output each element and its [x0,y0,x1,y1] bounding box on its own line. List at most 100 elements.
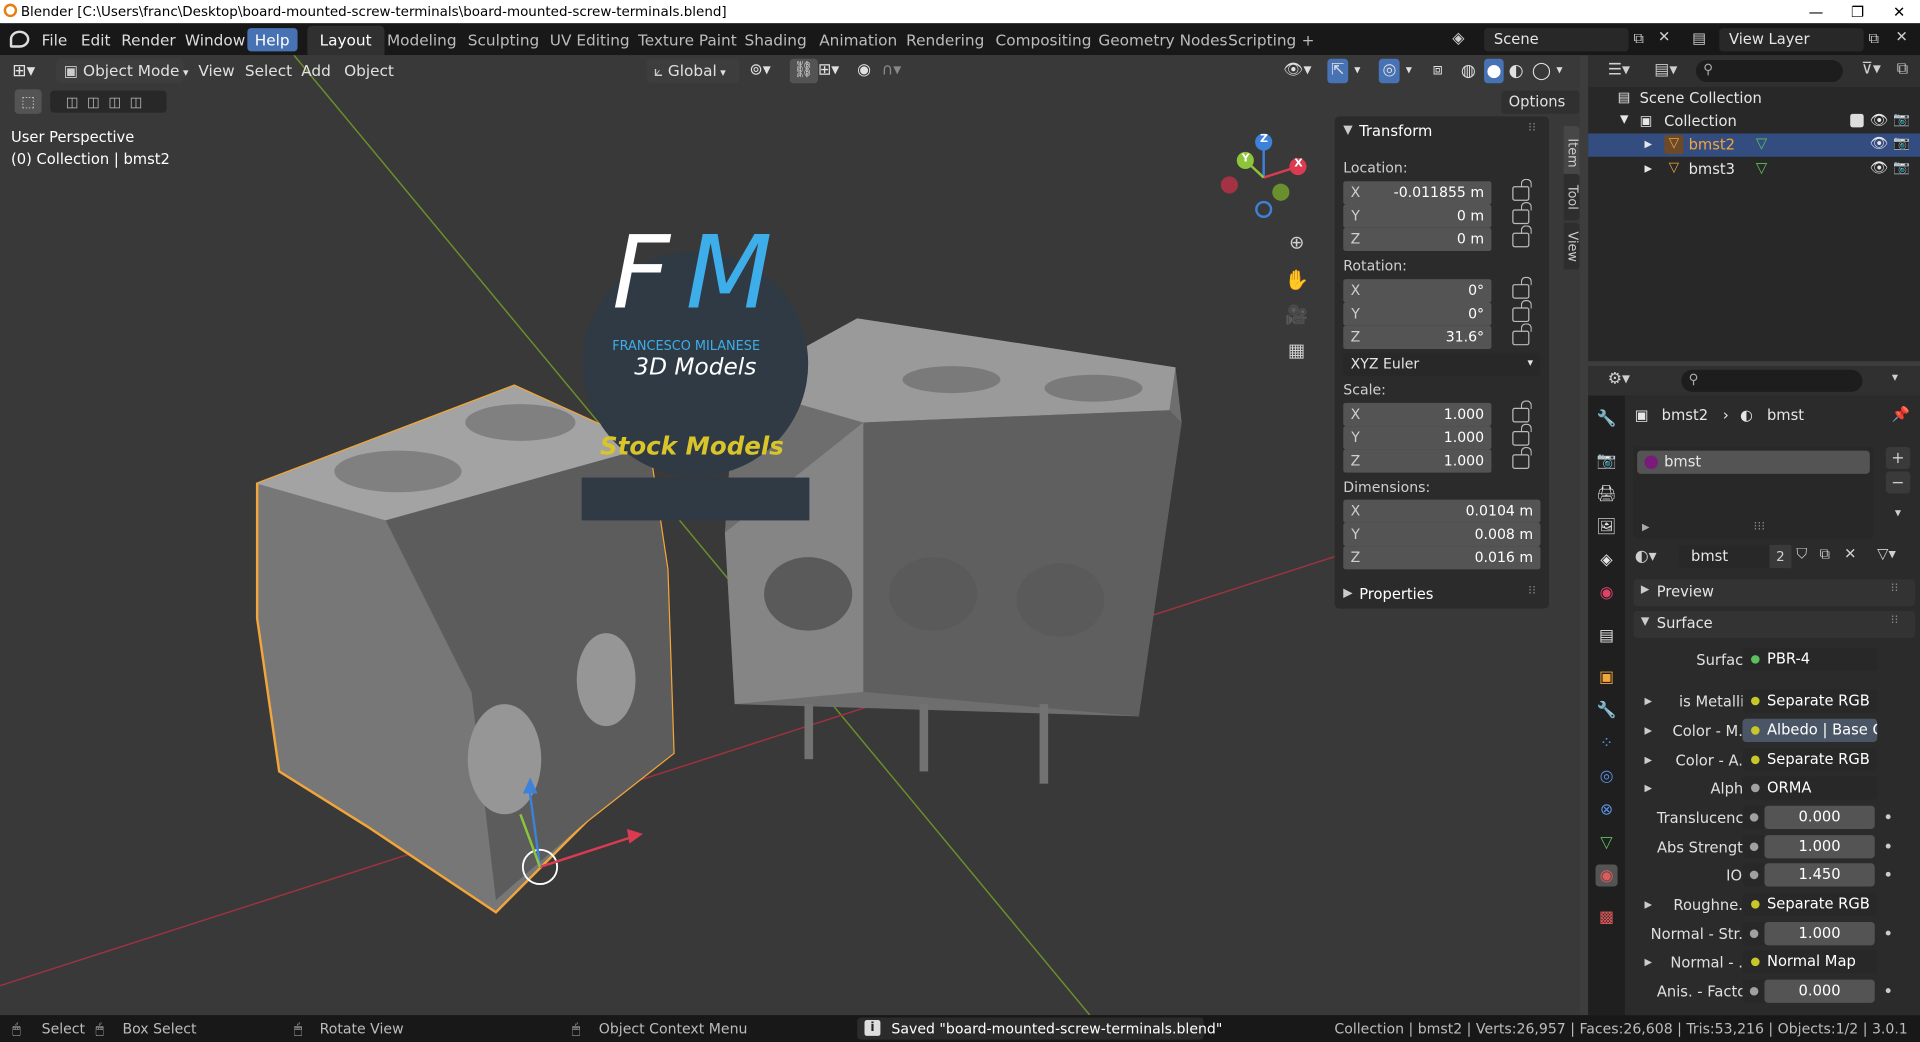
menu-window[interactable]: Window [178,28,253,51]
viewport-menu-select[interactable]: Select [245,59,292,83]
tab-shading[interactable]: Shading [732,26,819,55]
outliner-row-scene-collection[interactable]: ▤ Scene Collection [1588,87,1920,110]
pan-hand-icon[interactable]: ✋ [1281,263,1313,295]
visibility-eye-icon[interactable]: 👁 [1870,111,1889,128]
properties-search-input[interactable]: ⚲ [1681,369,1863,392]
material-users-count[interactable]: 2 [1769,544,1792,569]
menu-file[interactable]: File [34,28,74,51]
disclosure-icon[interactable]: ▶ [1645,138,1653,149]
scale-z-field[interactable]: Z 1.000 [1343,449,1492,473]
remove-slot-icon[interactable]: − [1885,471,1911,494]
drag-handle-icon[interactable]: ⁝⁝ [1528,121,1536,134]
material-tab-icon[interactable]: ◉ [1595,864,1618,887]
snap-target-icon[interactable]: ⊞▾ [818,59,839,83]
unlink-material-icon[interactable]: ✕ [1844,545,1856,562]
rotation-mode-dropdown[interactable]: XYZ Euler ▾ [1343,352,1541,376]
outliner-search-input[interactable]: ⚲ [1695,60,1843,83]
slot-specials-icon[interactable]: ▾ [1886,503,1910,523]
location-y-field[interactable]: Y 0 m [1343,204,1492,228]
input-number-field[interactable]: 1.000 [1764,922,1875,946]
scene-tab-icon[interactable]: ◈ [1596,549,1618,571]
lock-icon[interactable] [1512,202,1532,225]
physics-tab-icon[interactable]: ◎ [1596,765,1618,787]
material-slot-row[interactable]: bmst [1637,450,1870,474]
menu-edit[interactable]: Edit [73,28,117,51]
scene-selector[interactable]: Scene [1484,28,1629,52]
dimensions-y-field[interactable]: Y 0.008 m [1343,522,1541,547]
drag-handle-icon[interactable]: ⁝⁝ [1528,584,1536,597]
filter-icon[interactable]: ⊽▾ [1861,60,1881,78]
pivot-icon[interactable]: ⊚▾ [749,59,770,83]
visibility-eye-icon[interactable]: 👁 [1870,135,1889,152]
fake-user-icon[interactable]: ⛉ [1796,545,1807,563]
gizmo-toggle-icon[interactable]: ⇱ [1327,58,1349,84]
location-z-field[interactable]: Z 0 m [1343,227,1492,252]
transform-title[interactable]: Transform [1359,122,1432,139]
close-window-button[interactable]: ✕ [1878,0,1920,23]
world-tab-icon[interactable]: ◉ [1596,582,1618,604]
keyframe-dot-icon[interactable] [1885,871,1891,877]
shading-dropdown-icon[interactable]: ▾ [1556,59,1562,83]
material-name-field[interactable]: bmst [1678,544,1785,569]
input-link-field[interactable]: Separate RGB [1742,689,1878,713]
outliner-editor-icon[interactable]: ☰▾ [1608,61,1630,79]
tab-layout[interactable]: Layout [307,25,384,56]
resize-handle-icon[interactable]: ⁝⁝⁝ [1753,520,1765,533]
tab-item[interactable]: Item [1563,126,1580,181]
keyframe-dot-icon[interactable] [1885,814,1891,820]
data-tab-icon[interactable]: ▽ [1596,831,1618,853]
orientation-dropdown[interactable]: ⟀ Global ▾ [646,58,740,84]
tab-texture-paint[interactable]: Texture Paint [626,26,749,55]
select-tool-icon[interactable]: ⬚ [14,89,42,114]
add-slot-icon[interactable]: + [1885,446,1911,469]
expand-icon[interactable]: ▶ [1343,587,1352,600]
mesh-data-icon[interactable]: ▽ [1756,135,1767,152]
minimize-button[interactable]: — [1795,0,1837,23]
socket-link-button[interactable] [1742,922,1765,946]
wireframe-shading-icon[interactable]: ◍ [1461,59,1476,83]
lock-icon[interactable] [1512,178,1532,201]
menu-render[interactable]: Render [114,28,183,51]
dimensions-x-field[interactable]: X 0.0104 m [1343,499,1541,523]
texture-tab-icon[interactable]: ▩ [1596,906,1618,928]
new-scene-icon[interactable]: ⧉ [1633,29,1644,47]
delete-view-layer-icon[interactable]: ✕ [1896,28,1908,45]
particles-tab-icon[interactable]: ⁘ [1596,732,1618,754]
object-tab-icon[interactable]: ▣ [1596,666,1618,688]
editor-type-icon[interactable]: ⊞▾ [12,59,35,83]
zoom-icon[interactable]: ⊕ [1281,227,1313,259]
lock-icon[interactable] [1512,276,1532,299]
location-x-field[interactable]: X -0.011855 m [1343,181,1492,205]
new-collection-icon[interactable]: ⧉ [1897,60,1908,78]
outliner-row-bmst2[interactable]: ▶ ▽ bmst2 ▽ 👁 📷 [1588,133,1920,157]
mode-dropdown[interactable]: ▣ Object Mode ▾ [56,58,188,84]
maximize-button[interactable]: ❐ [1837,0,1879,23]
collapse-icon[interactable]: ▼ [1343,124,1352,137]
camera-icon[interactable]: 🎥 [1281,299,1313,331]
outliner-row-collection[interactable]: ▼ ▣ Collection 👁 📷 [1588,110,1920,133]
input-number-field[interactable]: 0.000 [1764,979,1875,1003]
disclosure-icon[interactable]: ▼ [1620,114,1628,126]
view-layer-tab-icon[interactable]: 🖼 [1596,516,1618,538]
properties-subpanel[interactable]: Properties [1359,585,1433,602]
input-link-field[interactable]: Normal Map [1742,950,1878,974]
falloff-icon[interactable]: ∩▾ [882,59,902,83]
delete-scene-icon[interactable]: ✕ [1658,28,1670,45]
collection-tab-icon[interactable]: ▤ [1596,624,1618,646]
viewport-menu-object[interactable]: Object [344,59,394,83]
input-number-field[interactable]: 1.450 [1764,863,1875,887]
keyframe-dot-icon[interactable] [1885,843,1891,849]
output-tab-icon[interactable]: 🖨 [1596,482,1618,504]
add-workspace-button[interactable]: + [1289,26,1326,55]
lock-icon[interactable] [1512,300,1532,323]
dimensions-z-field[interactable]: Z 0.016 m [1343,546,1541,570]
lock-icon[interactable] [1512,323,1532,346]
visibility-icon[interactable]: 👁▾ [1283,59,1311,83]
socket-link-button[interactable] [1742,835,1765,859]
lock-icon[interactable] [1512,423,1532,446]
tool-tab-icon[interactable]: 🔧 [1596,408,1618,430]
properties-editor-icon[interactable]: ⚙▾ [1608,370,1630,388]
scene-icon[interactable]: ◈ [1452,29,1464,47]
visibility-eye-icon[interactable]: 👁 [1870,159,1889,176]
outliner-row-bmst3[interactable]: ▶ ▽ bmst3 ▽ 👁 📷 [1588,158,1920,181]
